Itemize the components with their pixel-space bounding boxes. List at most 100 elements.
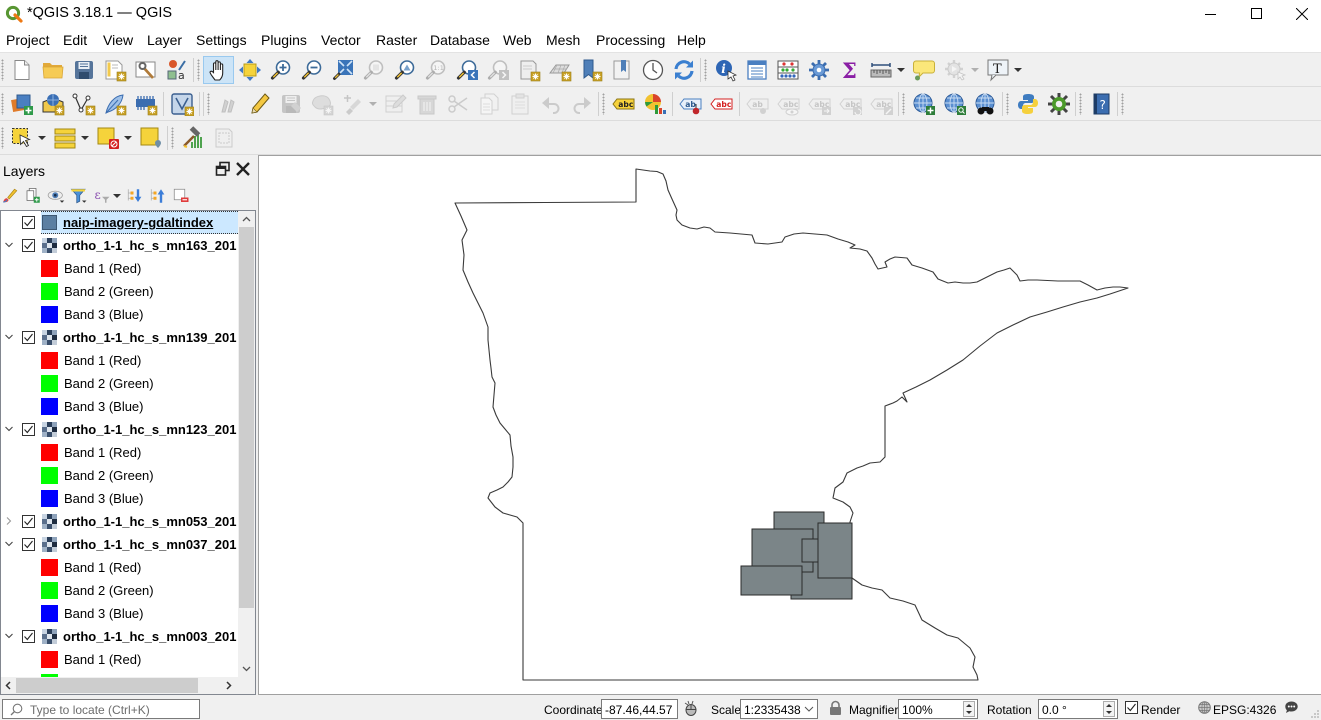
open-layer-styling-button[interactable] [0,186,20,206]
zoom-full-button[interactable] [327,56,358,84]
toolbar-handle[interactable] [1,59,4,81]
delete-selected-button[interactable] [411,90,442,118]
text-annotation-dropdown-arrow[interactable] [1012,56,1024,84]
save-project-button[interactable] [68,56,99,84]
layer-labeling-button[interactable]: abc [608,90,639,118]
current-edits-button[interactable] [213,90,244,118]
raster-footprint[interactable] [817,522,853,579]
coordinate-field[interactable]: -87.46,44.57 [601,699,678,719]
legend-item[interactable]: Band 2 (Green) [1,464,238,487]
menu-settings[interactable]: Settings [196,32,247,48]
help-contents-button[interactable]: ? [1085,90,1116,118]
legend-item[interactable]: Band 2 (Green) [1,280,238,303]
new-spatial-bookmark-button[interactable] [575,56,606,84]
rotate-label-button[interactable]: abc [835,90,866,118]
select-by-value-dropdown-arrow[interactable] [79,124,91,152]
resize-grip-icon[interactable] [1309,708,1320,719]
menu-mesh[interactable]: Mesh [546,32,580,48]
new-virtual-layer-button[interactable] [166,90,197,118]
legend-item[interactable]: Band 2 (Green) [1,372,238,395]
vertex-tool-button[interactable] [337,90,368,118]
search-web-layer-button[interactable] [939,90,970,118]
modify-attributes-button[interactable] [380,90,411,118]
select-by-location-button[interactable] [135,124,166,152]
map-tips-button[interactable] [908,56,939,84]
toolbar-handle[interactable] [601,93,605,115]
visibility-checkbox[interactable] [22,331,35,344]
new-map-view-button[interactable] [513,56,544,84]
vertical-scrollbar[interactable] [238,211,255,677]
metasearch-button[interactable] [970,90,1001,118]
legend-item[interactable]: Band 1 (Red) [1,257,238,280]
menu-web[interactable]: Web [503,32,532,48]
lock-scale-icon[interactable] [829,700,842,716]
layer-item[interactable]: ortho_1-1_hc_s_mn053_201 [1,510,238,533]
select-by-value-button[interactable] [49,124,80,152]
filter-by-expression-button[interactable]: ε [92,186,112,206]
new-shapefile-layer-button[interactable] [68,90,99,118]
new-print-layout-button[interactable] [99,56,130,84]
toolbar-handle[interactable] [1120,93,1124,115]
change-label-button[interactable]: abc [866,90,897,118]
new-spatialite-layer-button[interactable] [99,90,130,118]
toolbar-handle[interactable] [170,127,174,149]
zoom-next-button[interactable] [482,56,513,84]
actions-button[interactable] [939,56,970,84]
show-pinned-labels-button[interactable]: ab [742,90,773,118]
python-console-button[interactable] [1012,90,1043,118]
vertical-scroll-thumb[interactable] [239,227,254,608]
attribute-table-button[interactable] [741,56,772,84]
menu-raster[interactable]: Raster [376,32,417,48]
processing-toolbox-button[interactable] [803,56,834,84]
horizontal-scroll-thumb[interactable] [16,678,198,693]
pan-to-selection-button[interactable] [234,56,265,84]
new-3d-map-view-button[interactable] [544,56,575,84]
text-annotation-button[interactable]: T [982,56,1013,84]
maximize-button[interactable] [1234,0,1280,29]
manage-map-themes-button[interactable] [46,186,66,206]
pin-labels-button[interactable]: ab [675,90,706,118]
locator-search-input[interactable]: Type to locate (Ctrl+K) [2,699,200,719]
minimize-button[interactable] [1188,0,1234,29]
menu-view[interactable]: View [103,32,133,48]
identify-button[interactable]: i [710,56,741,84]
chevron-down-icon[interactable] [4,539,14,549]
close-panel-button[interactable] [235,161,251,177]
grass-region-button[interactable] [208,124,239,152]
magnifier-spin-buttons[interactable] [963,701,975,717]
toolbar-handle[interactable] [703,59,707,81]
legend-item[interactable]: Band 1 (Red) [1,349,238,372]
layer-item[interactable]: ortho_1-1_hc_s_mn003_201 [1,625,238,648]
new-project-button[interactable] [6,56,37,84]
menu-project[interactable]: Project [6,32,50,48]
zoom-out-button[interactable] [296,56,327,84]
toolbar-handle[interactable] [1,127,4,149]
visibility-checkbox[interactable] [22,423,35,436]
toolbar-handle[interactable] [206,93,210,115]
float-panel-button[interactable] [215,161,231,177]
messages-icon[interactable] [1284,700,1299,715]
close-window-button[interactable] [1279,0,1321,29]
map-view[interactable] [259,156,1321,694]
scroll-right-button[interactable] [221,678,236,693]
rotation-spin-buttons[interactable] [1103,701,1115,717]
chevron-right-icon[interactable] [4,516,14,526]
legend-item[interactable]: Band 1 (Red) [1,556,238,579]
map-canvas[interactable] [258,155,1321,695]
toolbar-handle[interactable] [1078,93,1082,115]
remove-layer-button[interactable] [171,186,191,206]
chevron-down-icon[interactable] [4,332,14,342]
visibility-checkbox[interactable] [22,239,35,252]
plugin-reloader-button[interactable] [1043,90,1074,118]
paste-features-button[interactable] [504,90,535,118]
add-group-button[interactable] [23,186,43,206]
chevron-down-icon[interactable] [4,424,14,434]
scroll-up-button[interactable] [239,212,254,227]
menu-layer[interactable]: Layer [147,32,182,48]
measure-dropdown-arrow[interactable] [895,56,907,84]
new-memory-layer-button[interactable] [130,90,161,118]
layer-item[interactable]: ortho_1-1_hc_s_mn037_201 [1,533,238,556]
refresh-button[interactable] [668,56,699,84]
legend-item[interactable]: Band 1 (Red) [1,441,238,464]
render-checkbox[interactable] [1125,701,1138,714]
